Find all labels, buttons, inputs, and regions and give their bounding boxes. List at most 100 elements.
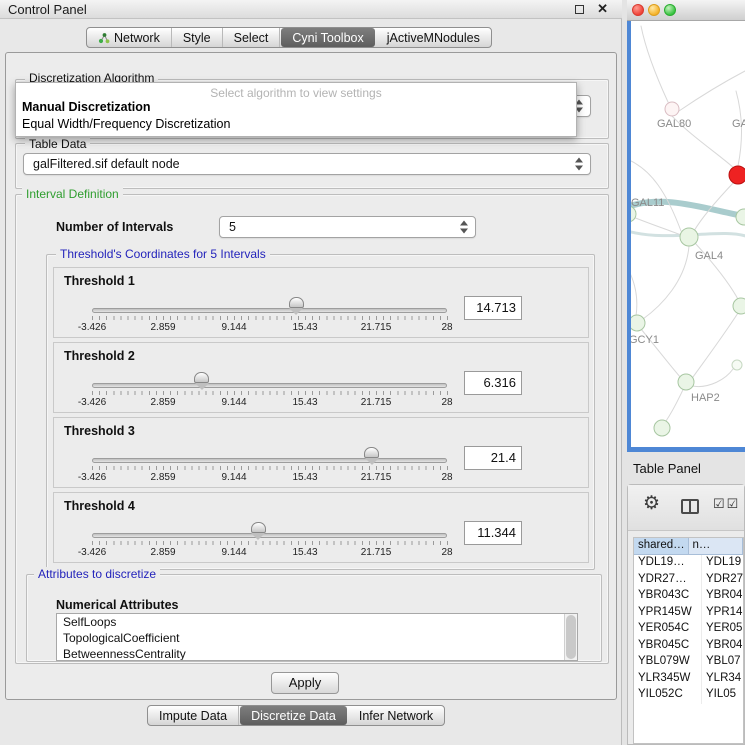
gear-icon[interactable]: ⚙ <box>643 494 660 513</box>
table-row[interactable]: YIL052C YIL05 <box>634 687 743 704</box>
select-rows-icons[interactable]: ☑☑ <box>713 496 740 512</box>
close-icon[interactable]: ✕ <box>597 1 608 17</box>
network-edge[interactable] <box>641 26 668 102</box>
network-edge[interactable] <box>666 388 684 421</box>
network-edge[interactable] <box>692 369 733 387</box>
dropdown-option[interactable]: Equal Width/Frequency Discretization <box>16 116 576 133</box>
table-cell-shared-name[interactable]: YBR045C <box>634 638 702 655</box>
attribute-list-item[interactable]: SelfLoops <box>57 614 577 630</box>
table-row[interactable]: YBR045C YBR04 <box>634 638 743 655</box>
attribute-items: SelfLoops TopologicalCoefficient Between… <box>57 614 577 661</box>
table-cell-name[interactable]: YER05 <box>702 621 743 638</box>
threshold-value-field[interactable]: 6.316 <box>464 371 522 395</box>
bottom-tab[interactable]: Impute Data <box>148 706 239 725</box>
close-traffic-light-icon[interactable] <box>632 4 644 16</box>
table-cell-name[interactable]: YBR04 <box>702 638 743 655</box>
columns-icon[interactable] <box>681 499 699 514</box>
apply-button[interactable]: Apply <box>271 672 339 694</box>
table-column-header[interactable]: shared… <box>634 538 689 555</box>
threshold-label: Threshold 1 <box>64 274 135 288</box>
network-node[interactable] <box>665 102 679 116</box>
network-node[interactable] <box>680 228 698 246</box>
threshold-value-field[interactable]: 21.4 <box>464 446 522 470</box>
network-node[interactable] <box>736 209 745 225</box>
tick-label: 28 <box>427 472 467 483</box>
table-row[interactable]: YLR345W YLR34 <box>634 671 743 688</box>
network-node-label: GAL4 <box>695 250 723 262</box>
top-tab[interactable]: jActiveMNodules <box>376 28 491 47</box>
bottom-tab[interactable]: Infer Network <box>348 706 444 725</box>
threshold-panel: Threshold 3 -3.426 2.859 9.144 <box>53 417 589 488</box>
table-cell-shared-name[interactable]: YBR043C <box>634 588 702 605</box>
bottom-tab[interactable]: Discretize Data <box>240 706 347 725</box>
threshold-slider-track[interactable] <box>92 308 447 313</box>
network-edge[interactable] <box>631 161 681 231</box>
network-edge[interactable] <box>643 246 689 319</box>
scrollbar-thumb[interactable] <box>566 615 576 659</box>
table-data-combobox[interactable]: galFiltered.sif default node <box>23 153 591 175</box>
table-cell-shared-name[interactable]: YBL079W <box>634 654 702 671</box>
dropdown-option[interactable]: Manual Discretization <box>16 99 576 116</box>
zoom-traffic-light-icon[interactable] <box>664 4 676 16</box>
network-view-window: GAL80GAGAL11GAL4GCY1HAP2 <box>627 0 745 452</box>
threshold-slider-thumb[interactable] <box>251 522 266 533</box>
threshold-slider-track[interactable] <box>92 458 447 463</box>
top-tab[interactable]: Network <box>87 28 172 47</box>
top-tab[interactable]: Select <box>223 28 281 47</box>
threshold-value-field[interactable]: 11.344 <box>464 521 522 545</box>
minimize-traffic-light-icon[interactable] <box>648 4 660 16</box>
threshold-slider-track[interactable] <box>92 383 447 388</box>
top-tab[interactable]: Cyni Toolbox <box>281 28 374 47</box>
table-cell-shared-name[interactable]: YLR345W <box>634 671 702 688</box>
table-row[interactable]: YDL19… YDL19 <box>634 555 743 572</box>
attribute-list-item[interactable]: TopologicalCoefficient <box>57 630 577 646</box>
network-node[interactable] <box>631 315 645 331</box>
desktop: Control Panel ✕ Network Style Select <box>0 0 745 745</box>
table-cell-name[interactable]: YBR04 <box>702 588 743 605</box>
table-cell-name[interactable]: YLR34 <box>702 671 743 688</box>
table-row[interactable]: YBL079W YBL07 <box>634 654 743 671</box>
network-edge[interactable] <box>679 71 745 111</box>
table-row[interactable]: YDR27… YDR27 <box>634 572 743 589</box>
threshold-slider-ticks <box>92 541 448 545</box>
threshold-slider-track[interactable] <box>92 533 447 538</box>
threshold-label: Threshold 3 <box>64 424 135 438</box>
table-cell-shared-name[interactable]: YIL052C <box>634 687 702 704</box>
network-node[interactable] <box>678 374 694 390</box>
table-cell-name[interactable]: YDR27 <box>702 572 743 589</box>
bottom-tab-label: Discretize Data <box>251 709 336 723</box>
table-cell-shared-name[interactable]: YDL19… <box>634 555 702 572</box>
table-cell-name[interactable]: YIL05 <box>702 687 743 704</box>
network-node[interactable] <box>733 298 745 314</box>
table-column-header[interactable]: n… <box>689 538 744 555</box>
table-row[interactable]: YBR043C YBR04 <box>634 588 743 605</box>
network-node[interactable] <box>729 166 745 184</box>
network-canvas[interactable]: GAL80GAGAL11GAL4GCY1HAP2 <box>631 21 745 447</box>
numerical-attributes-label: Numerical Attributes <box>56 598 178 612</box>
table-cell-shared-name[interactable]: YDR27… <box>634 572 702 589</box>
network-node[interactable] <box>654 420 670 436</box>
table-row[interactable]: YPR145W YPR14 <box>634 605 743 622</box>
table-row[interactable]: YER054C YER05 <box>634 621 743 638</box>
threshold-slider-thumb[interactable] <box>364 447 379 458</box>
network-edge[interactable] <box>693 313 738 377</box>
network-edge[interactable] <box>631 271 637 316</box>
table-cell-shared-name[interactable]: YPR145W <box>634 605 702 622</box>
table-cell-name[interactable]: YPR14 <box>702 605 743 622</box>
table-header-row: shared… n… <box>634 538 743 555</box>
threshold-label: Threshold 4 <box>64 499 135 513</box>
number-of-intervals-combobox[interactable]: 5 <box>219 216 476 238</box>
table-cell-shared-name[interactable]: YER054C <box>634 621 702 638</box>
attribute-list-item[interactable]: BetweennessCentrality <box>57 646 577 661</box>
table-cell-name[interactable]: YBL07 <box>702 654 743 671</box>
list-scrollbar[interactable] <box>564 614 577 660</box>
threshold-value-field[interactable]: 14.713 <box>464 296 522 320</box>
network-node[interactable] <box>732 360 742 370</box>
network-tab-icon <box>98 32 110 44</box>
threshold-slider-thumb[interactable] <box>289 297 304 308</box>
table-cell-name[interactable]: YDL19 <box>702 555 743 572</box>
top-tab[interactable]: Style <box>172 28 223 47</box>
network-node-label: GAL80 <box>657 118 691 130</box>
float-window-icon[interactable] <box>575 5 584 14</box>
threshold-slider-thumb[interactable] <box>194 372 209 383</box>
